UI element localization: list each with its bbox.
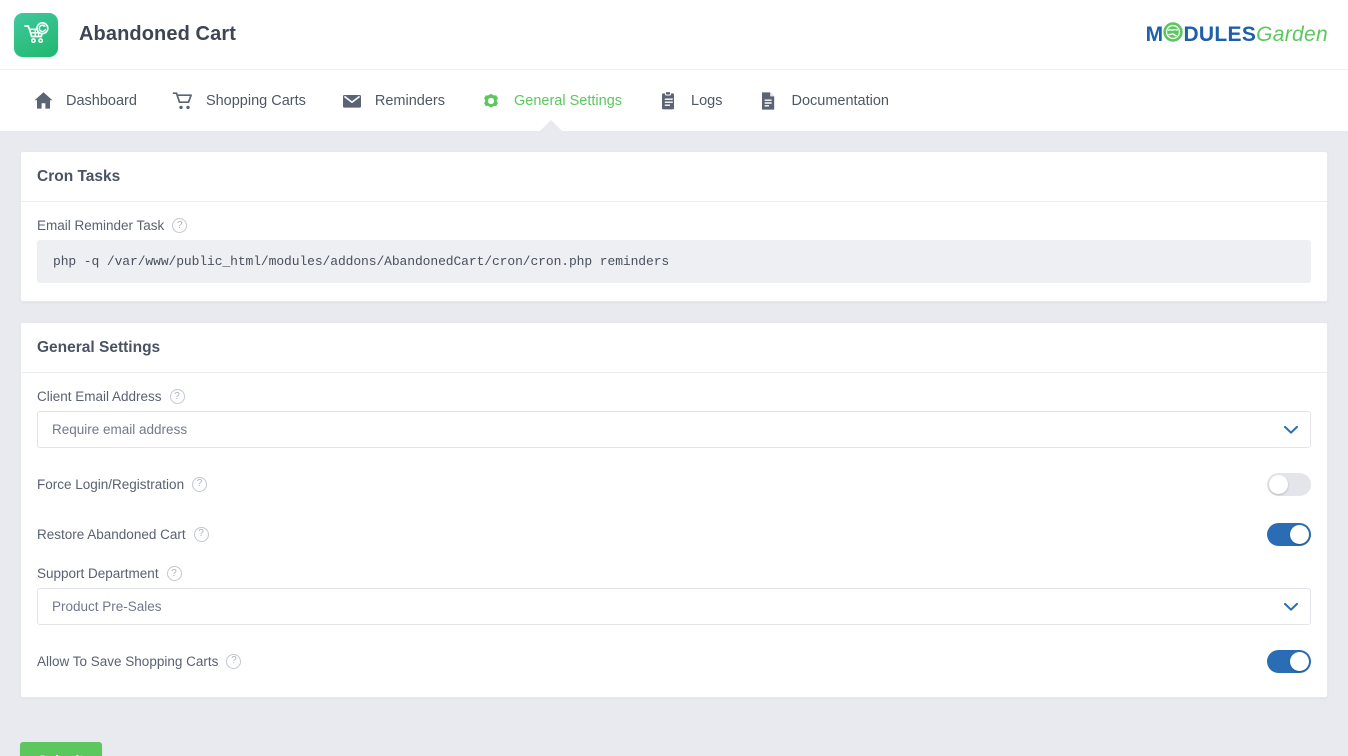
cron-tasks-title: Cron Tasks [21,152,1327,202]
cron-command-box[interactable]: php -q /var/www/public_html/modules/addo… [37,240,1311,283]
nav-item-reminders[interactable]: Reminders [323,70,462,132]
force-login-toggle[interactable] [1267,473,1311,496]
app-header: Abandoned Cart M DULES Garden [0,0,1348,69]
submit-button[interactable]: Submit [20,742,102,756]
email-reminder-task-label: Email Reminder Task ? [37,218,1311,233]
cron-tasks-card: Cron Tasks Email Reminder Task ? php -q … [20,151,1328,302]
nav-label-reminders: Reminders [375,93,445,109]
support-department-label: Support Department ? [37,566,1311,581]
toggle-knob [1269,475,1288,494]
nav-label-shopping-carts: Shopping Carts [206,93,306,109]
chevron-down-icon [1284,599,1298,614]
page-title: Abandoned Cart [79,23,236,46]
restore-abandoned-cart-label: Restore Abandoned Cart ? [37,527,209,542]
home-icon [31,89,55,113]
support-department-field: Support Department ? Product Pre-Sales [37,566,1311,625]
force-login-label-text: Force Login/Registration [37,477,184,492]
allow-save-carts-label-text: Allow To Save Shopping Carts [37,654,218,669]
nav-item-shopping-carts[interactable]: Shopping Carts [154,70,323,132]
help-circle-icon[interactable]: ? [172,218,187,233]
nav-item-general-settings[interactable]: General Settings [462,70,639,132]
nav-label-documentation: Documentation [791,93,889,109]
nav-label-dashboard: Dashboard [66,93,137,109]
content-area: Cron Tasks Email Reminder Task ? php -q … [0,131,1348,738]
gear-icon [479,89,503,113]
restore-abandoned-cart-row: Restore Abandoned Cart ? [37,516,1311,552]
document-icon [756,89,780,113]
support-department-label-text: Support Department [37,566,159,581]
help-circle-icon[interactable]: ? [226,654,241,669]
app-icon [14,13,58,57]
client-email-address-value: Require email address [52,422,187,437]
brand-logo: M DULES Garden [1146,22,1328,48]
nav-item-documentation[interactable]: Documentation [739,70,906,132]
nav-item-dashboard[interactable]: Dashboard [14,70,154,132]
cart-icon [171,89,195,113]
globe-icon [1163,22,1183,48]
allow-save-carts-toggle[interactable] [1267,650,1311,673]
help-circle-icon[interactable]: ? [170,389,185,404]
force-login-row: Force Login/Registration ? [37,466,1311,502]
footer-area: Submit [0,738,1348,756]
shopping-cart-refresh-icon [22,21,50,49]
help-circle-icon[interactable]: ? [192,477,207,492]
nav-item-logs[interactable]: Logs [639,70,739,132]
email-reminder-task-label-text: Email Reminder Task [37,218,164,233]
brand-text-part2: DULES [1183,23,1256,47]
general-settings-title: General Settings [21,323,1327,373]
clipboard-icon [656,89,680,113]
allow-save-carts-row: Allow To Save Shopping Carts ? [37,643,1311,679]
toggle-knob [1290,652,1309,671]
brand-text-part1: M [1146,23,1164,47]
nav-label-logs: Logs [691,93,722,109]
support-department-value: Product Pre-Sales [52,599,162,614]
general-settings-body: Client Email Address ? Require email add… [21,373,1327,697]
general-settings-card: General Settings Client Email Address ? … [20,322,1328,698]
nav-label-general-settings: General Settings [514,93,622,109]
restore-abandoned-cart-label-text: Restore Abandoned Cart [37,527,186,542]
brand-text-part3: Garden [1256,23,1328,47]
active-tab-pointer [538,120,564,133]
client-email-address-select[interactable]: Require email address [37,411,1311,448]
restore-abandoned-cart-toggle[interactable] [1267,523,1311,546]
envelope-icon [340,89,364,113]
chevron-down-icon [1284,422,1298,437]
client-email-address-field: Client Email Address ? Require email add… [37,389,1311,448]
main-navigation: Dashboard Shopping Carts Reminders [0,69,1348,131]
page-root: Abandoned Cart M DULES Garden [0,0,1348,756]
client-email-address-label: Client Email Address ? [37,389,1311,404]
toggle-knob [1290,525,1309,544]
support-department-select[interactable]: Product Pre-Sales [37,588,1311,625]
help-circle-icon[interactable]: ? [194,527,209,542]
client-email-address-label-text: Client Email Address [37,389,162,404]
allow-save-carts-label: Allow To Save Shopping Carts ? [37,654,241,669]
help-circle-icon[interactable]: ? [167,566,182,581]
cron-tasks-body: Email Reminder Task ? php -q /var/www/pu… [21,202,1327,301]
force-login-label: Force Login/Registration ? [37,477,207,492]
